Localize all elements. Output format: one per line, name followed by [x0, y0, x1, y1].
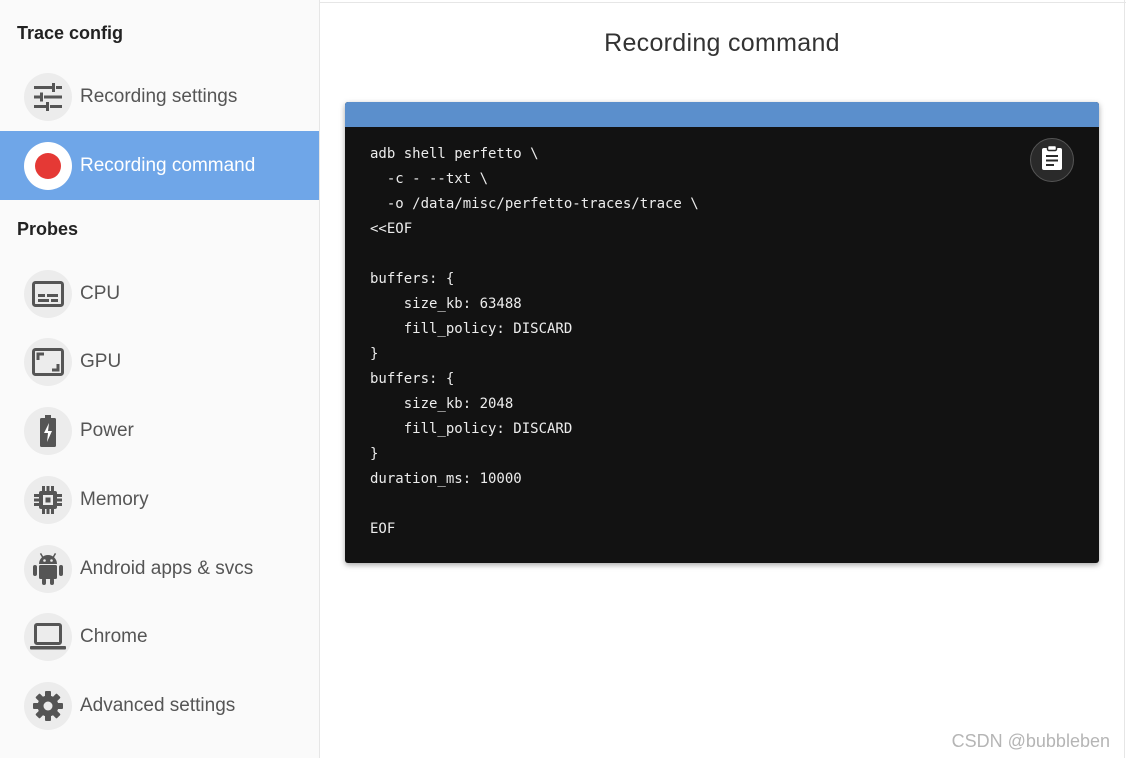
sidebar-item-label: Advanced settings: [80, 694, 236, 716]
battery-icon: [24, 406, 72, 455]
memory-chip-icon: [24, 475, 72, 524]
gear-icon: [24, 681, 72, 730]
sidebar-item-android-apps[interactable]: Android apps & svcs: [0, 534, 319, 603]
sidebar: Trace config Recording settings Recordin…: [0, 0, 320, 758]
clipboard-icon: [1041, 144, 1063, 176]
copy-button[interactable]: [1030, 138, 1074, 182]
command-card-header: [345, 102, 1099, 127]
laptop-icon: [24, 612, 72, 661]
sidebar-item-recording-command[interactable]: Recording command: [0, 131, 319, 200]
record-icon: [24, 141, 72, 190]
sidebar-item-label: CPU: [80, 282, 121, 304]
sidebar-item-label: Recording command: [80, 154, 256, 176]
sidebar-item-label: Recording settings: [80, 85, 238, 107]
sidebar-item-label: Memory: [80, 488, 149, 510]
command-text[interactable]: adb shell perfetto \ -c - --txt \ -o /da…: [370, 142, 699, 542]
sidebar-item-gpu[interactable]: GPU: [0, 327, 319, 396]
sidebar-item-advanced-settings[interactable]: Advanced settings: [0, 671, 319, 740]
watermark: CSDN @bubbleben: [951, 731, 1110, 751]
sidebar-item-memory[interactable]: Memory: [0, 465, 319, 534]
sidebar-item-label: Android apps & svcs: [80, 557, 254, 579]
sidebar-item-label: Power: [80, 419, 134, 441]
android-icon: [24, 544, 72, 593]
sidebar-item-power[interactable]: Power: [0, 396, 319, 465]
trace-config-title: Trace config: [17, 23, 124, 43]
gpu-icon: [24, 337, 72, 386]
sidebar-item-recording-settings[interactable]: Recording settings: [0, 62, 319, 131]
sidebar-item-label: GPU: [80, 350, 122, 372]
sidebar-item-chrome[interactable]: Chrome: [0, 602, 319, 671]
probes-title: Probes: [17, 219, 79, 239]
sidebar-item-label: Chrome: [80, 625, 148, 647]
tune-icon: [24, 72, 72, 121]
sidebar-item-cpu[interactable]: CPU: [0, 259, 319, 328]
cpu-icon: [24, 269, 72, 318]
page-title: Recording command: [604, 29, 840, 57]
command-card: adb shell perfetto \ -c - --txt \ -o /da…: [345, 102, 1099, 563]
